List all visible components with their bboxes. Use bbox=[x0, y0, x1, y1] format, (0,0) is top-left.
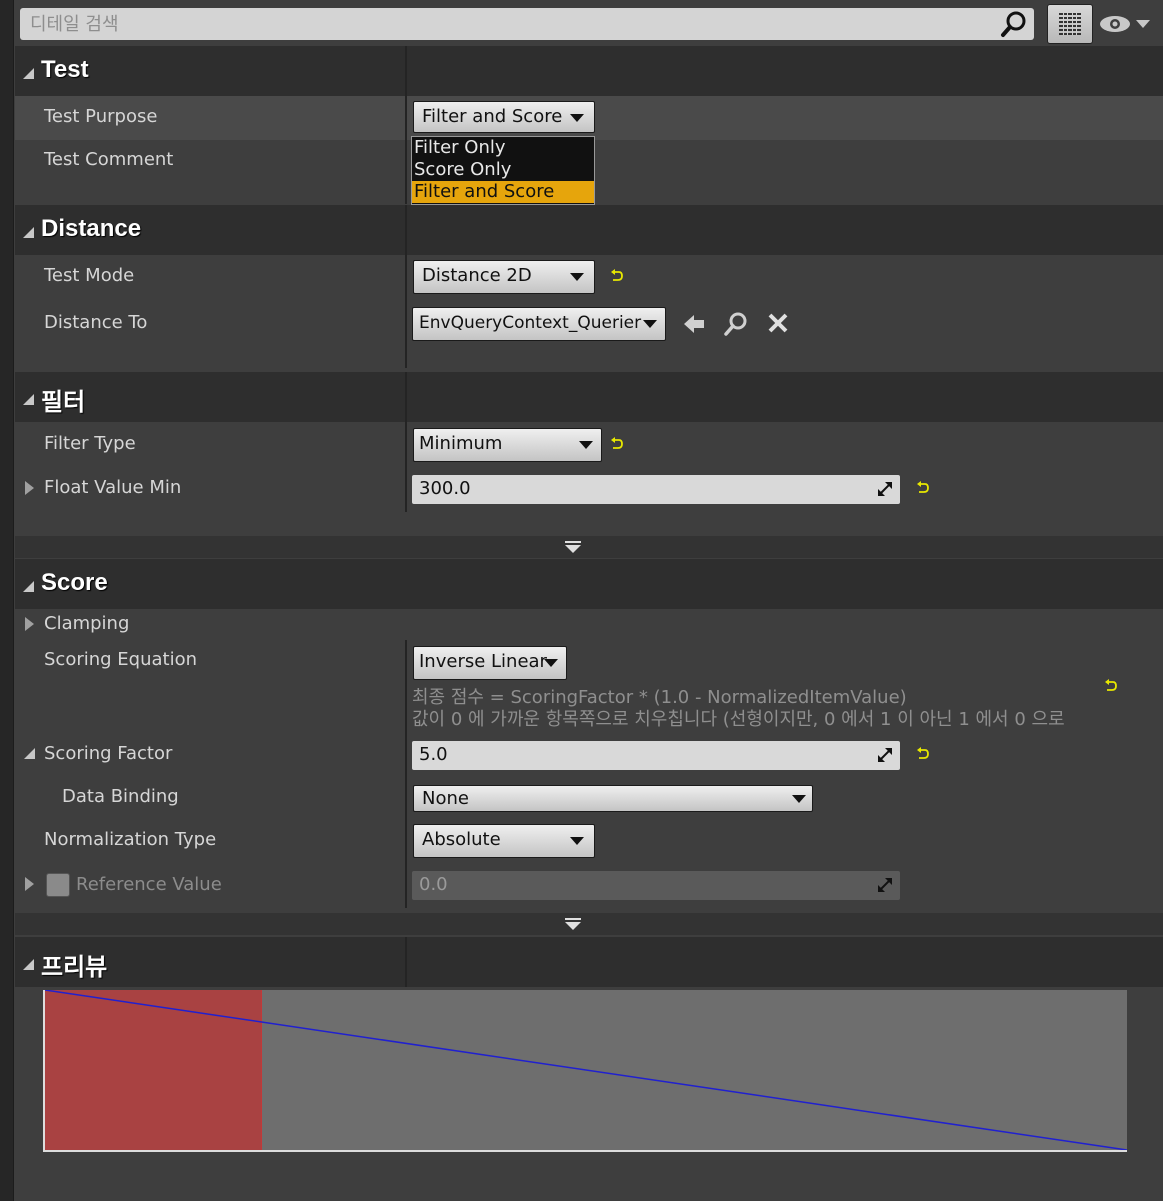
advanced-expander-bar[interactable] bbox=[15, 913, 1163, 935]
distance-to-label: Distance To bbox=[44, 312, 148, 333]
view-options-grid-button[interactable] bbox=[1047, 4, 1093, 44]
use-selected-arrow-icon[interactable] bbox=[681, 311, 707, 337]
reset-to-default-icon[interactable] bbox=[915, 746, 931, 762]
browse-search-icon[interactable] bbox=[722, 310, 750, 338]
search-input[interactable] bbox=[20, 8, 1034, 40]
column-divider[interactable] bbox=[405, 372, 407, 512]
section-title: Score bbox=[41, 569, 108, 596]
chevron-down-icon bbox=[643, 320, 657, 328]
section-title: 필터 bbox=[41, 389, 86, 416]
column-divider[interactable] bbox=[405, 937, 407, 987]
test-comment-label: Test Comment bbox=[44, 149, 174, 170]
reset-to-default-icon[interactable] bbox=[609, 268, 625, 284]
test-purpose-dropdown-list: Filter Only Score Only Filter and Score bbox=[411, 136, 595, 205]
section-header-score[interactable]: Score bbox=[15, 559, 1163, 609]
clear-x-icon[interactable] bbox=[766, 311, 790, 335]
combo-value: Distance 2D bbox=[422, 265, 532, 286]
test-purpose-combo[interactable]: Filter and Score bbox=[413, 101, 595, 133]
dropdown-option-score-only[interactable]: Score Only bbox=[412, 159, 594, 181]
column-divider[interactable] bbox=[405, 205, 407, 368]
field-value: 0.0 bbox=[419, 874, 448, 895]
normalization-type-combo[interactable]: Absolute bbox=[413, 824, 595, 858]
combo-value: Inverse Linear bbox=[419, 651, 547, 672]
double-chevron-down-icon bbox=[565, 918, 581, 930]
combo-value: EnvQueryContext_Querier bbox=[419, 313, 642, 333]
eye-icon bbox=[1100, 16, 1150, 32]
normalization-type-label: Normalization Type bbox=[44, 829, 217, 850]
float-value-min-label: Float Value Min bbox=[44, 477, 182, 498]
section-header-test[interactable]: Test bbox=[15, 46, 1163, 96]
collapse-triangle-icon[interactable] bbox=[23, 394, 34, 405]
dropdown-option-filter-only[interactable]: Filter Only bbox=[412, 137, 594, 159]
grid-icon bbox=[1059, 13, 1081, 35]
column-divider[interactable] bbox=[405, 640, 407, 908]
section-title: Distance bbox=[41, 215, 142, 242]
advanced-expander-bar[interactable] bbox=[15, 536, 1163, 558]
preview-plot bbox=[45, 990, 1127, 1150]
scoring-equation-combo[interactable]: Inverse Linear bbox=[413, 646, 567, 680]
reference-value-checkbox[interactable] bbox=[46, 873, 70, 897]
visibility-eye-button[interactable] bbox=[1098, 10, 1158, 38]
score-preview-graph bbox=[43, 990, 1127, 1152]
distance-to-combo[interactable]: EnvQueryContext_Querier bbox=[412, 307, 666, 341]
scoring-factor-field[interactable]: 5.0 bbox=[412, 741, 900, 770]
reset-to-default-icon[interactable] bbox=[915, 480, 931, 496]
collapse-triangle-icon[interactable] bbox=[24, 748, 35, 759]
scoring-factor-label: Scoring Factor bbox=[44, 743, 173, 764]
collapse-triangle-icon[interactable] bbox=[23, 581, 34, 592]
scoring-equation-label: Scoring Equation bbox=[44, 649, 198, 670]
filter-type-combo[interactable]: Minimum bbox=[413, 428, 602, 462]
expand-triangle-icon[interactable] bbox=[25, 617, 34, 631]
section-title: 프리뷰 bbox=[41, 954, 108, 981]
test-mode-combo[interactable]: Distance 2D bbox=[413, 260, 595, 294]
dropdown-option-filter-and-score[interactable]: Filter and Score bbox=[412, 181, 594, 203]
clamping-label: Clamping bbox=[44, 613, 130, 634]
reset-to-default-icon[interactable] bbox=[609, 436, 625, 452]
section-header-distance[interactable]: Distance bbox=[15, 205, 1163, 255]
combo-value: Minimum bbox=[419, 433, 503, 454]
filter-type-label: Filter Type bbox=[44, 433, 136, 454]
section-header-filter[interactable]: 필터 bbox=[15, 372, 1163, 422]
float-value-min-field[interactable]: 300.0 bbox=[412, 475, 900, 504]
combo-value: Absolute bbox=[422, 829, 501, 850]
section-title: Test bbox=[41, 56, 89, 83]
chevron-down-icon bbox=[570, 837, 584, 845]
test-purpose-label: Test Purpose bbox=[44, 106, 158, 127]
filtered-region bbox=[45, 990, 262, 1150]
section-header-preview[interactable]: 프리뷰 bbox=[15, 937, 1163, 987]
data-binding-combo[interactable]: None bbox=[413, 785, 813, 812]
column-divider[interactable] bbox=[405, 46, 407, 204]
equation-description-line-2: 값이 0 에 가까운 항목쪽으로 치우칩니다 (선형이지만, 0 에서 1 이 … bbox=[412, 709, 1065, 730]
chevron-down-icon bbox=[570, 114, 584, 122]
reference-value-field[interactable]: 0.0 bbox=[412, 871, 900, 900]
reset-to-default-icon[interactable] bbox=[1103, 678, 1119, 694]
chevron-down-icon bbox=[544, 659, 558, 667]
double-chevron-down-icon bbox=[565, 541, 581, 553]
collapse-triangle-icon[interactable] bbox=[23, 227, 34, 238]
drag-resize-icon[interactable] bbox=[878, 482, 892, 496]
drag-resize-icon bbox=[878, 878, 892, 892]
details-search-box[interactable] bbox=[20, 8, 1034, 40]
collapse-triangle-icon[interactable] bbox=[23, 959, 34, 970]
search-icon[interactable] bbox=[1000, 10, 1028, 38]
field-value: 300.0 bbox=[419, 478, 471, 499]
field-value: 5.0 bbox=[419, 744, 448, 765]
chevron-down-icon bbox=[579, 441, 593, 449]
chevron-down-icon bbox=[792, 795, 806, 803]
combo-value: None bbox=[422, 788, 469, 809]
drag-resize-icon[interactable] bbox=[878, 748, 892, 762]
test-mode-label: Test Mode bbox=[44, 265, 135, 286]
data-binding-label: Data Binding bbox=[62, 786, 179, 807]
reference-value-label: Reference Value bbox=[76, 874, 222, 895]
expand-triangle-icon[interactable] bbox=[25, 481, 34, 495]
expand-triangle-icon[interactable] bbox=[25, 877, 34, 891]
combo-value: Filter and Score bbox=[422, 106, 563, 127]
left-panel-edge bbox=[0, 0, 14, 1201]
chevron-down-icon bbox=[570, 273, 584, 281]
collapse-triangle-icon[interactable] bbox=[23, 68, 34, 79]
